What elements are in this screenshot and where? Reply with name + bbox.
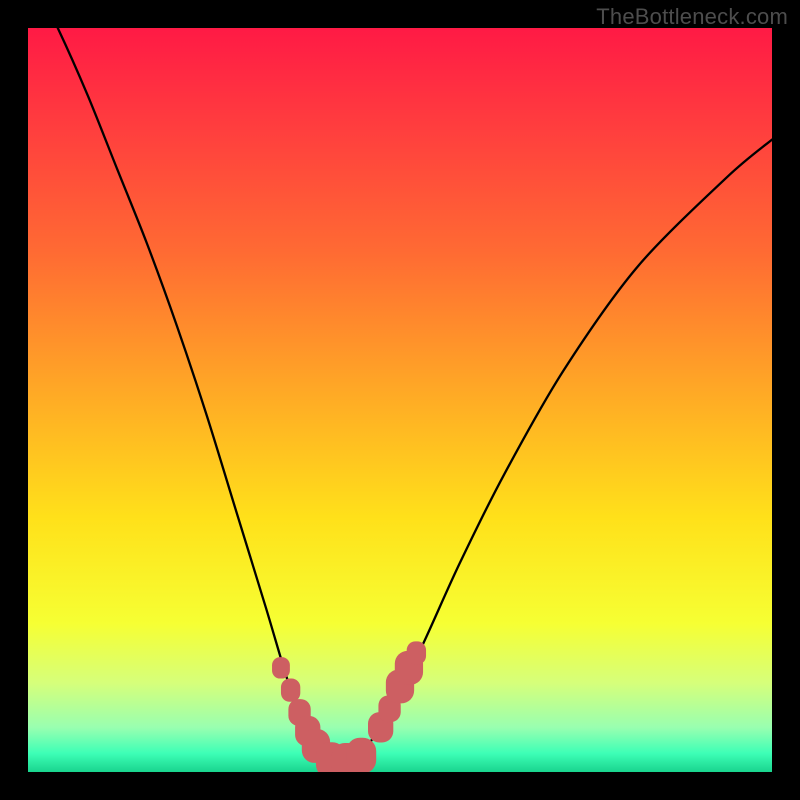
chart-frame: TheBottleneck.com bbox=[0, 0, 800, 800]
chart-svg bbox=[28, 28, 772, 772]
marker-right-5 bbox=[407, 641, 426, 664]
marker-left-2 bbox=[281, 679, 300, 702]
marker-left-1 bbox=[272, 657, 290, 678]
plot-area bbox=[28, 28, 772, 772]
watermark-text: TheBottleneck.com bbox=[596, 4, 788, 30]
marker-flat-3 bbox=[346, 738, 376, 772]
